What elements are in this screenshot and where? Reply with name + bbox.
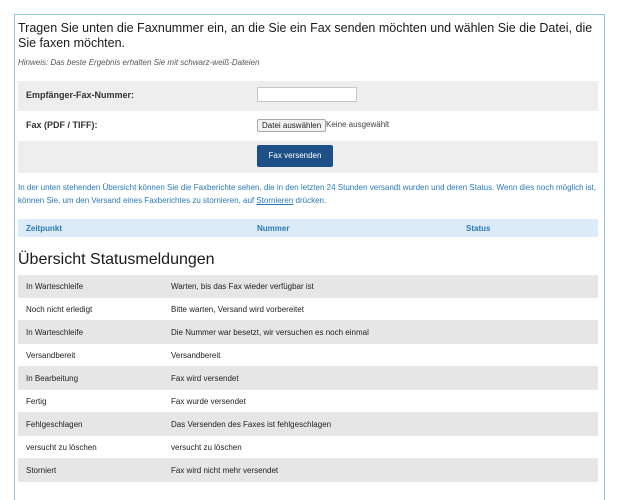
file-label: Fax (PDF / TIFF): — [26, 120, 98, 130]
status-name: Versandbereit — [26, 351, 76, 360]
status-overview-title: Übersicht Statusmeldungen — [18, 251, 215, 268]
recipient-fax-input[interactable] — [257, 87, 357, 102]
table-row: Fehlgeschlagen Das Versenden des Faxes i… — [18, 413, 598, 436]
intro-text: Tragen Sie unten die Faxnummer ein, an d… — [18, 21, 593, 50]
overview-info-end: drücken. — [293, 196, 327, 205]
status-description: Die Nummer war besetzt, wir versuchen es… — [171, 328, 369, 337]
file-status-text: Keine ausgewählt — [326, 120, 390, 129]
status-name: In Bearbeitung — [26, 374, 79, 383]
table-row: Versandbereit Versandbereit — [18, 344, 598, 367]
status-description: versucht zu löschen — [171, 443, 242, 452]
table-row: In Warteschleife Warten, bis das Fax wie… — [18, 275, 598, 298]
hint-text: Hinweis: Das beste Ergebnis erhalten Sie… — [18, 58, 260, 67]
status-description: Fax wird nicht mehr versendet — [171, 466, 279, 475]
status-description: Bitte warten, Versand wird vorbereitet — [171, 305, 304, 314]
send-fax-button[interactable]: Fax versenden — [257, 145, 333, 167]
column-header-number: Nummer — [257, 224, 290, 233]
cancel-link[interactable]: Stornieren — [256, 196, 293, 205]
table-row: Fertig Fax wurde versendet — [18, 390, 598, 413]
file-row: Fax (PDF / TIFF): Datei auswählen Keine … — [18, 111, 598, 141]
status-table: In Warteschleife Warten, bis das Fax wie… — [18, 275, 598, 482]
status-name: In Warteschleife — [26, 328, 84, 337]
column-header-status: Status — [466, 224, 491, 233]
table-row: Noch nicht erledigt Bitte warten, Versan… — [18, 298, 598, 321]
choose-file-button[interactable]: Datei auswählen — [257, 119, 327, 132]
table-row: versucht zu löschen versucht zu löschen — [18, 436, 598, 459]
table-row: In Bearbeitung Fax wird versendet — [18, 367, 598, 390]
status-name: Fehlgeschlagen — [26, 420, 83, 429]
recipient-label: Empfänger-Fax-Nummer: — [26, 90, 135, 100]
recipient-row: Empfänger-Fax-Nummer: — [18, 81, 598, 111]
overview-info-text: In der unten stehenden Übersicht können … — [18, 181, 600, 207]
status-name: versucht zu löschen — [26, 443, 97, 452]
table-row: In Warteschleife Die Nummer war besetzt,… — [18, 321, 598, 344]
send-row: Fax versenden — [18, 141, 598, 173]
table-row: Storniert Fax wird nicht mehr versendet — [18, 459, 598, 482]
status-name: Noch nicht erledigt — [26, 305, 93, 314]
status-name: Storniert — [26, 466, 57, 475]
status-description: Fax wurde versendet — [171, 397, 246, 406]
status-description: Versandbereit — [171, 351, 221, 360]
status-description: Warten, bis das Fax wieder verfügbar ist — [171, 282, 314, 291]
status-name: Fertig — [26, 397, 47, 406]
column-header-time: Zeitpunkt — [26, 224, 62, 233]
fax-report-table-header: Zeitpunkt Nummer Status — [18, 219, 598, 237]
status-description: Fax wird versendet — [171, 374, 239, 383]
status-name: In Warteschleife — [26, 282, 84, 291]
status-description: Das Versenden des Faxes ist fehlgeschlag… — [171, 420, 332, 429]
